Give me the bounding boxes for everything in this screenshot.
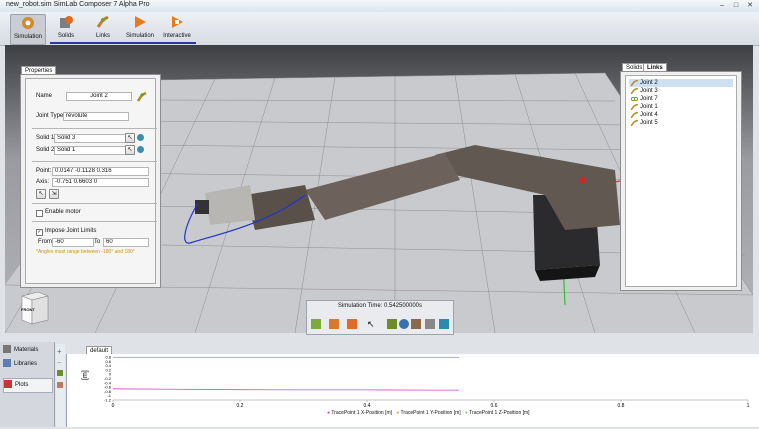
series-line-0 bbox=[112, 388, 460, 391]
ribbon-label: Simulation bbox=[125, 33, 154, 39]
solids-icon bbox=[60, 16, 73, 28]
maximize-button[interactable]: □ bbox=[730, 1, 742, 10]
libraries-icon bbox=[3, 359, 11, 368]
point-label: Point: bbox=[36, 168, 52, 174]
from-field[interactable]: -60 bbox=[52, 238, 94, 247]
simulation-menu-button[interactable]: Simulation bbox=[10, 14, 46, 45]
joint-type-select[interactable]: revolute bbox=[63, 112, 129, 121]
pick-axis-button[interactable]: ⇲ bbox=[49, 189, 59, 199]
interactive-button[interactable]: Interactive bbox=[160, 14, 194, 43]
plot-area: 0.8 0.6 0.4 0.2 0 -0.2 -0.4 -0.6 -0.8 -1 -1.2 0 0.2… bbox=[66, 354, 759, 427]
solid2-pick-button[interactable]: ↖ bbox=[125, 145, 135, 155]
tree-item-joint-1[interactable]: Joint 1 bbox=[631, 104, 658, 110]
plots-icon bbox=[4, 380, 12, 389]
robot-gripper bbox=[195, 200, 209, 214]
wireframe-icon[interactable] bbox=[411, 319, 421, 329]
axis-label: Axis: bbox=[36, 179, 50, 185]
legend-z: TracePoint 1 Z-Position [m] bbox=[469, 410, 530, 416]
point-field[interactable]: 0.0147 -0.1128 0.316 bbox=[52, 167, 149, 176]
solids-button[interactable]: Solids bbox=[49, 14, 83, 43]
interactive-play-icon bbox=[172, 16, 183, 28]
x-tick-label: 0.2 bbox=[237, 403, 244, 409]
camera-icon[interactable] bbox=[425, 319, 435, 329]
play-icon bbox=[135, 16, 146, 28]
view-cube-front-label: FRONT bbox=[21, 307, 35, 312]
solid1-field[interactable]: Solid 3 bbox=[54, 134, 128, 143]
view-cube[interactable]: FRONT bbox=[20, 288, 49, 325]
plot-export-icon[interactable] bbox=[57, 382, 63, 388]
links-icon bbox=[96, 15, 109, 28]
minimize-button[interactable]: – bbox=[716, 1, 728, 10]
name-label: Name bbox=[36, 93, 53, 99]
plots-item[interactable]: Plots bbox=[3, 378, 53, 393]
window-title: new_robot.sim SimLab Composer 7 Alpha Pr… bbox=[6, 1, 150, 8]
tree-item-joint-3[interactable]: Joint 3 bbox=[631, 88, 658, 94]
cube-icon[interactable] bbox=[311, 319, 321, 329]
links-button[interactable]: Links bbox=[86, 14, 120, 43]
to-field[interactable]: 60 bbox=[103, 238, 149, 247]
tree-item-joint-2[interactable]: Joint 2 bbox=[631, 80, 658, 86]
tree-item-joint-4[interactable]: Joint 4 bbox=[631, 112, 658, 118]
to-label: To bbox=[94, 239, 101, 245]
enable-motor-label: Enable motor bbox=[45, 209, 81, 215]
x-tick-label: 1 bbox=[747, 403, 750, 409]
simulation-gear-icon bbox=[22, 17, 34, 29]
ribbon-toolbar: Simulation Solids Links Simulation Inter… bbox=[0, 12, 759, 46]
materials-icon bbox=[3, 345, 11, 354]
y-axis-label: [m] bbox=[82, 370, 89, 380]
name-field[interactable]: Joint 2 bbox=[66, 92, 132, 101]
from-label: From bbox=[38, 239, 52, 245]
ribbon-active-indicator bbox=[50, 42, 196, 44]
x-tick-label: 0.8 bbox=[618, 403, 625, 409]
simulation-toolbar: Simulation Time: 0.542500000s ↖ bbox=[306, 300, 454, 335]
trace-plot: 0.80.60.40.20-0.2-0.4-0.6-0.8-1-1.2 0 0.2… bbox=[82, 355, 750, 410]
solid1-globe-icon[interactable] bbox=[137, 134, 144, 141]
ribbon-label: Links bbox=[95, 33, 110, 39]
move-icon[interactable] bbox=[387, 319, 397, 329]
materials-item[interactable]: Materials bbox=[3, 344, 51, 357]
libraries-item[interactable]: Libraries bbox=[3, 358, 51, 371]
impose-limits-label: Impose Joint Limits bbox=[45, 228, 97, 234]
x-tick-label: 0.6 bbox=[491, 403, 498, 409]
simulation-run-button[interactable]: Simulation bbox=[123, 14, 157, 43]
simulation-time: Simulation Time: 0.542500000s bbox=[337, 303, 423, 309]
x-tick-label: 0.4 bbox=[364, 403, 371, 409]
select-cursor-icon[interactable]: ↖ bbox=[367, 319, 377, 329]
solid2-label: Solid 2 bbox=[36, 147, 55, 153]
y-tick-label: -1.2 bbox=[104, 398, 112, 403]
ribbon-label: Solids bbox=[57, 33, 75, 39]
properties-panel: Name Joint 2 Joint Type revolute Solid 1… bbox=[20, 74, 161, 288]
legend-y: TracePoint 1 Y-Position [m] bbox=[400, 410, 461, 416]
plot-legend: ● TracePoint 1 X-Position [m] ● TracePoi… bbox=[327, 410, 530, 416]
joint-marker bbox=[580, 177, 586, 183]
solid2-field[interactable]: Solid 1 bbox=[54, 146, 128, 155]
enable-motor-checkbox[interactable] bbox=[36, 210, 43, 217]
remove-plot-icon[interactable]: − bbox=[57, 358, 62, 367]
plot-settings-icon[interactable] bbox=[57, 370, 63, 376]
tree-item-joint-7[interactable]: Joint 7 bbox=[631, 96, 658, 102]
library-panel: Materials Libraries Plots bbox=[0, 342, 55, 427]
plot-tool-strip: + − bbox=[56, 344, 65, 427]
legend-x: TracePoint 1 X-Position [m] bbox=[331, 410, 393, 416]
angle-range-note: *Angles must range between -180° and 180… bbox=[36, 249, 135, 255]
solid1-label: Solid 1 bbox=[36, 135, 55, 141]
shaded-view-icon[interactable] bbox=[347, 319, 357, 329]
add-plot-icon[interactable]: + bbox=[57, 347, 62, 356]
joint-type-icon bbox=[136, 91, 147, 102]
solid2-globe-icon[interactable] bbox=[137, 146, 144, 153]
pick-point-button[interactable]: ↖ bbox=[36, 189, 46, 199]
zoom-icon[interactable] bbox=[399, 319, 409, 329]
tree-item-joint-5[interactable]: Joint 5 bbox=[631, 120, 658, 126]
x-tick-label: 0 bbox=[112, 403, 115, 409]
ribbon-label: Simulation bbox=[13, 34, 42, 40]
links-tree-panel: Joint 2 Joint 3 Joint 7 Joint 1 Joint 4 … bbox=[620, 71, 742, 291]
render-icon[interactable] bbox=[439, 319, 449, 329]
axis-field[interactable]: -0.751 0.6603 0 bbox=[52, 178, 149, 187]
solid-view-icon[interactable] bbox=[329, 319, 339, 329]
joint-type-label: Joint Type bbox=[36, 113, 64, 119]
impose-limits-checkbox[interactable]: ✓ bbox=[36, 229, 43, 236]
close-button[interactable]: ✕ bbox=[744, 1, 756, 10]
solid1-pick-button[interactable]: ↖ bbox=[125, 133, 135, 143]
ribbon-label: Interactive bbox=[163, 33, 191, 39]
